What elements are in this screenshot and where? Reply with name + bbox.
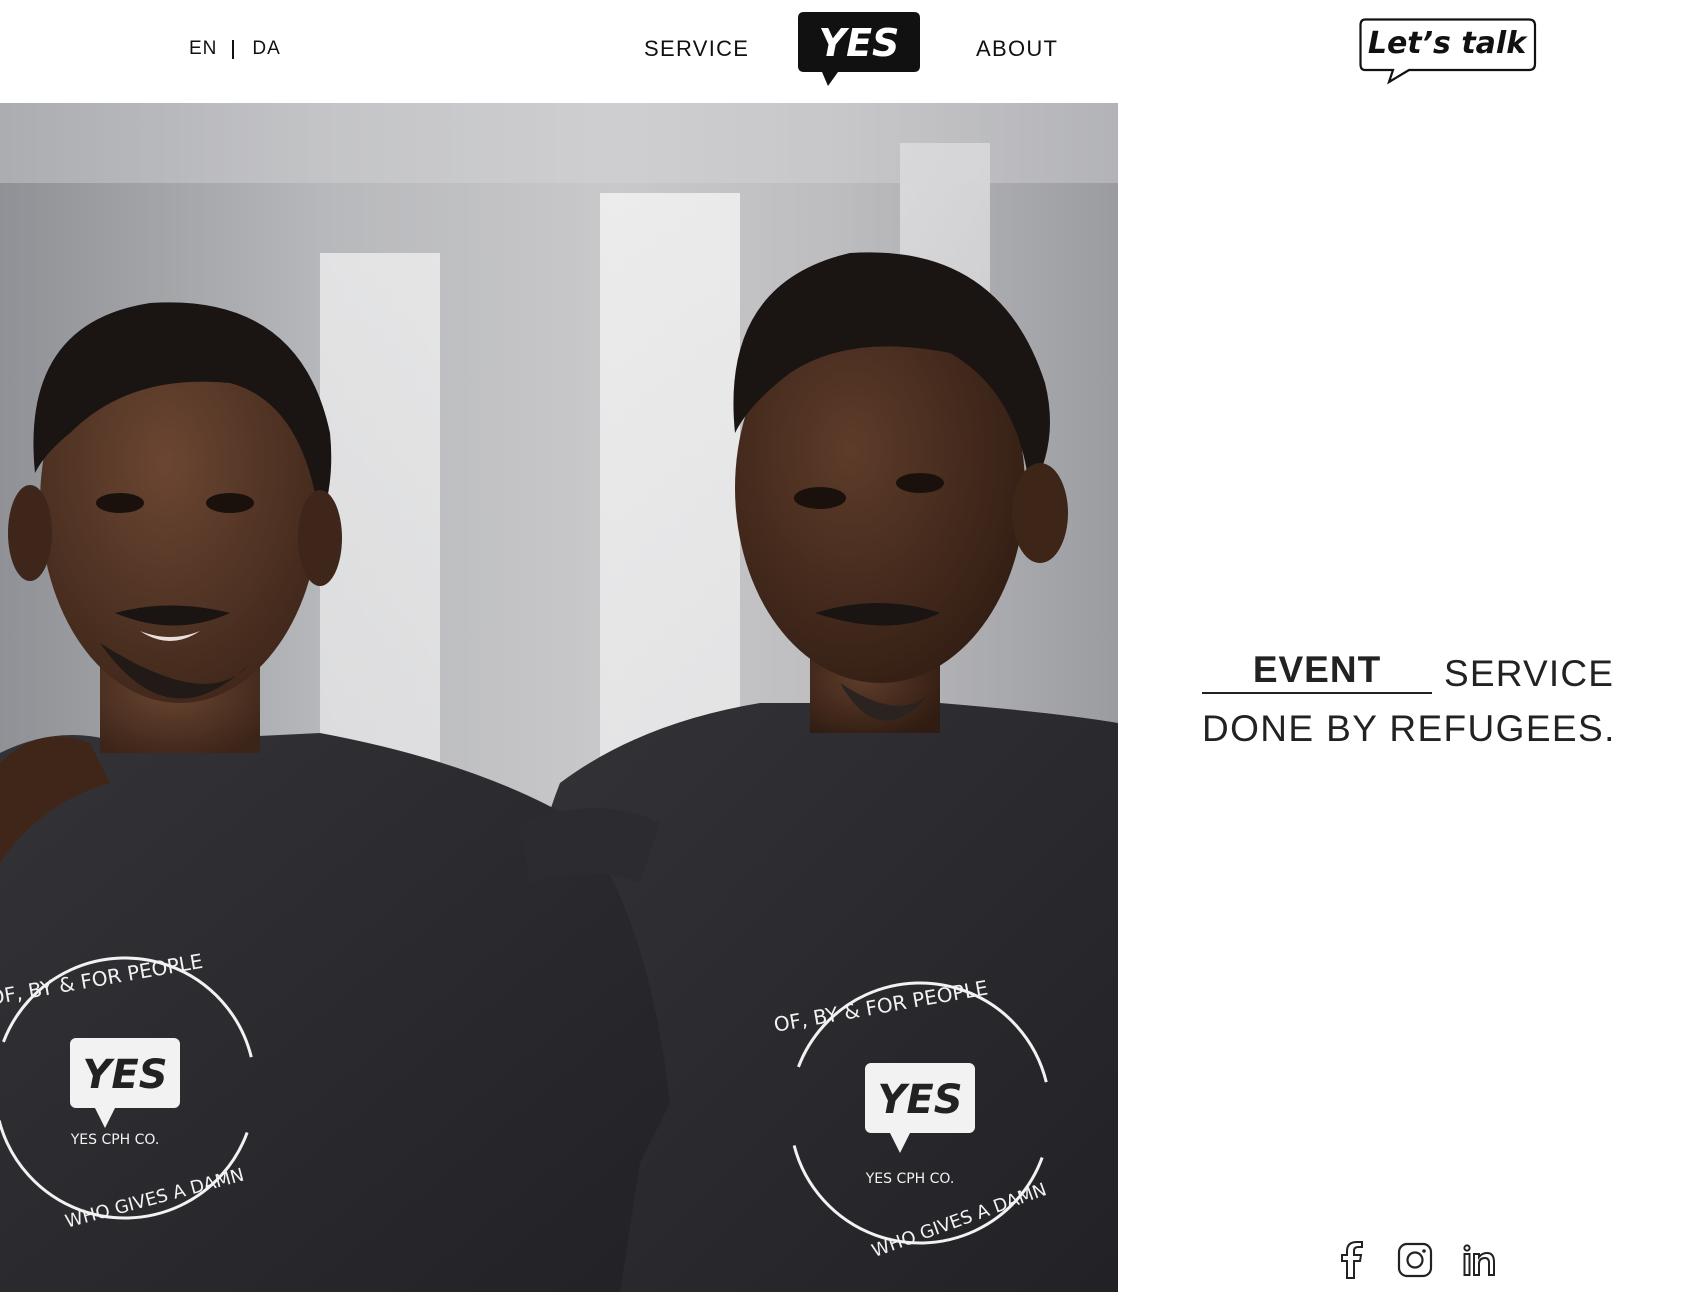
tagline-line-2: DONE BY REFUGEES. <box>1202 708 1616 749</box>
hero-photo: YES YES CPH CO. OF, BY & FOR PEOPLE WHO … <box>0 103 1118 1292</box>
svg-text:YES: YES <box>819 21 900 65</box>
lang-da-link[interactable]: DA <box>252 38 280 60</box>
lang-divider <box>232 39 235 59</box>
site-header: EN DA SERVICE YES ABOUT Let’s talk <box>0 0 1686 102</box>
language-switcher: EN DA <box>189 38 281 60</box>
yes-logo[interactable]: YES <box>798 12 920 87</box>
instagram-icon[interactable] <box>1397 1241 1433 1279</box>
lets-talk-button[interactable]: Let’s talk <box>1359 18 1541 86</box>
hero-tagline: EVENT SERVICE DONE BY REFUGEES. <box>1202 650 1642 750</box>
svg-text:YES: YES <box>877 1077 962 1123</box>
linkedin-icon[interactable] <box>1461 1241 1497 1279</box>
speech-bubble-logo-icon: YES <box>798 12 920 86</box>
lets-talk-label: Let’s talk <box>1367 26 1527 61</box>
nav-about-link[interactable]: ABOUT <box>976 36 1058 62</box>
tagline-service-word: SERVICE <box>1444 653 1615 694</box>
lang-en-link[interactable]: EN <box>189 38 217 60</box>
nav-service-link[interactable]: SERVICE <box>644 36 749 62</box>
svg-text:YES: YES <box>82 1052 167 1098</box>
svg-text:YES CPH CO.: YES CPH CO. <box>865 1171 955 1187</box>
social-links <box>1333 1241 1497 1279</box>
tagline-highlight-event[interactable]: EVENT <box>1202 650 1432 694</box>
svg-text:YES CPH CO.: YES CPH CO. <box>70 1132 160 1148</box>
facebook-icon[interactable] <box>1333 1241 1369 1279</box>
